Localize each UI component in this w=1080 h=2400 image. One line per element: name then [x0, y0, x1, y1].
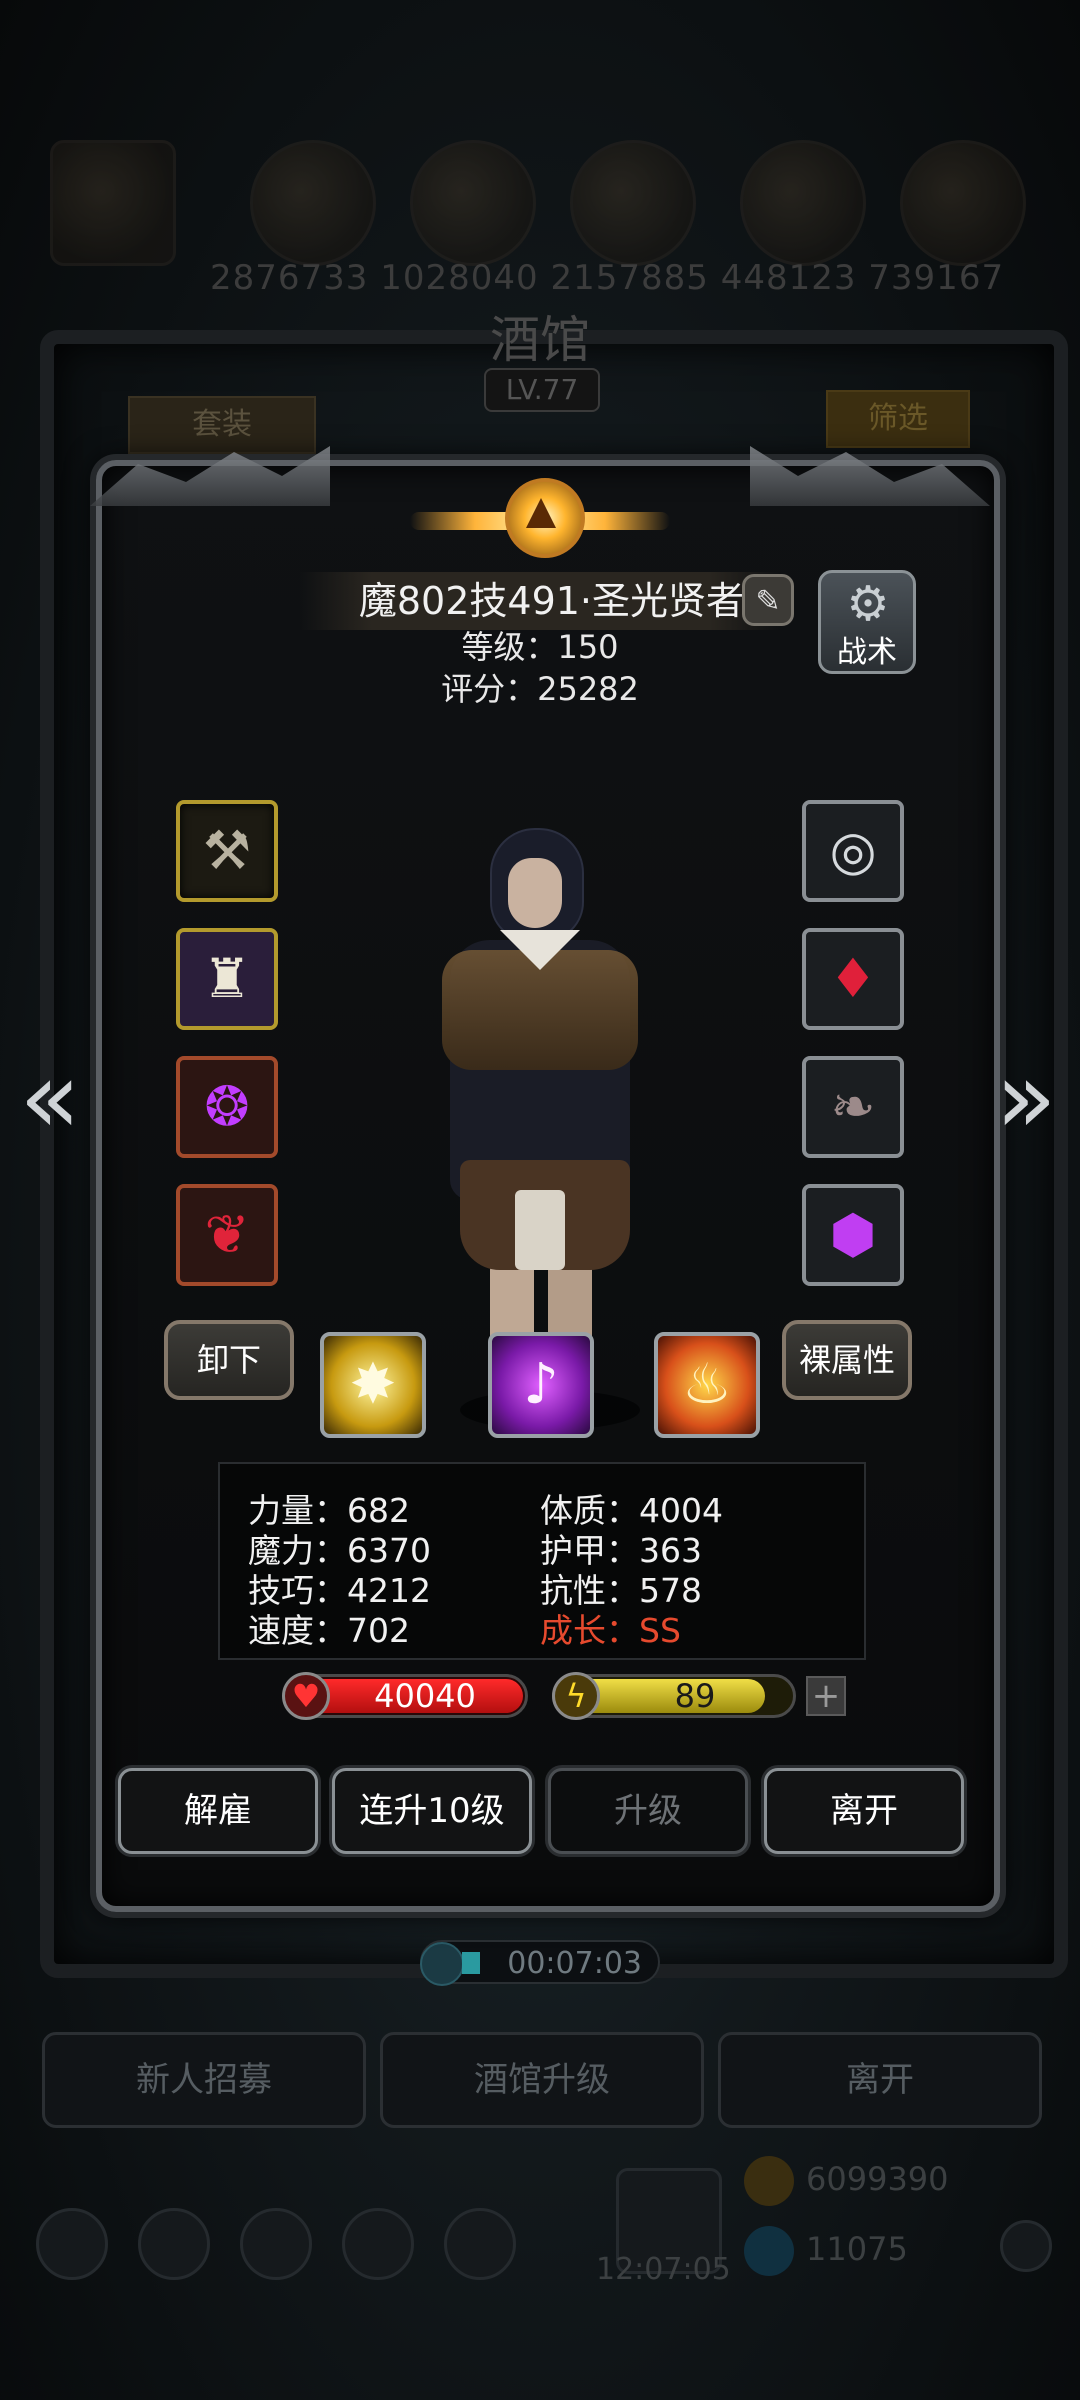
tactics-label: 战术	[837, 635, 897, 670]
gold-coin-icon	[744, 2156, 794, 2206]
clock-text: 12:07:05	[596, 2252, 731, 2287]
recruit-button: 新人招募	[42, 2032, 366, 2128]
skill-slot-2[interactable]: ♪	[488, 1332, 594, 1438]
music-note-icon: ♪	[523, 1352, 559, 1417]
top-resource-numbers: 2876733 1028040 2157885 448123 739167	[210, 258, 1005, 298]
equip-slot-amulet[interactable]: ❂	[176, 1056, 278, 1158]
gem-amount: 11075	[806, 2230, 908, 2268]
burst-icon: ✸	[349, 1352, 397, 1417]
hero-score: 评分：25282	[441, 670, 639, 708]
robe-icon: ♜	[202, 947, 252, 1010]
heart-icon: ♥	[282, 1672, 330, 1720]
previous-hero-arrow-icon[interactable]: «	[14, 1048, 86, 1148]
bg-plus-icon	[1000, 2220, 1052, 2272]
equip-slot-head[interactable]: ◎	[802, 800, 904, 902]
edit-name-button[interactable]: ✎	[742, 574, 794, 626]
resource-4-icon	[740, 140, 866, 266]
resource-3-icon	[570, 140, 696, 266]
resource-1-icon	[250, 140, 376, 266]
skill-slot-1[interactable]: ✸	[320, 1332, 426, 1438]
stat-speed: 速度：702	[248, 1611, 410, 1650]
pencil-icon: ✎	[755, 584, 781, 619]
plus-icon: +	[811, 1676, 841, 1716]
nav-icon-5	[444, 2208, 516, 2280]
gold-amount: 6099390	[806, 2160, 949, 2198]
base-attributes-button[interactable]: 裸属性	[782, 1320, 912, 1400]
gem-icon	[744, 2226, 794, 2276]
level-up-button[interactable]: 升级	[548, 1768, 748, 1854]
hp-value: 40040	[374, 1677, 476, 1715]
nav-icon-3	[240, 2208, 312, 2280]
resource-2-icon	[410, 140, 536, 266]
resource-5-icon	[900, 140, 1026, 266]
stat-growth: 成长：SS	[540, 1611, 681, 1650]
equip-slot-ring[interactable]: ♦	[802, 928, 904, 1030]
tavern-level: LV.77	[484, 368, 600, 412]
ruby-ring-icon: ♦	[828, 947, 878, 1010]
tavern-title: 酒馆	[490, 311, 590, 369]
tavern-leave-button: 离开	[718, 2032, 1042, 2128]
feather-icon: ❧	[830, 1075, 876, 1138]
equip-slot-gem[interactable]: ⬢	[802, 1184, 904, 1286]
equip-slot-weapon[interactable]: ⚒	[176, 800, 278, 902]
hero-level: 等级：150	[461, 628, 619, 666]
gear-icon: ⚙	[846, 576, 890, 632]
equip-slot-charm[interactable]: ❧	[802, 1056, 904, 1158]
avatar-frame-icon	[50, 140, 176, 266]
nav-icon-4	[342, 2208, 414, 2280]
purple-gem-icon: ⬢	[829, 1203, 877, 1266]
equip-slot-armor[interactable]: ♜	[176, 928, 278, 1030]
timer-progress	[462, 1952, 480, 1974]
nav-icon-1	[36, 2208, 108, 2280]
dismiss-button[interactable]: 解雇	[118, 1768, 318, 1854]
next-hero-arrow-icon[interactable]: »	[990, 1048, 1062, 1148]
lightning-icon: ϟ	[552, 1672, 600, 1720]
unequip-button[interactable]: 卸下	[164, 1320, 294, 1400]
potion-icon: ❦	[204, 1203, 250, 1266]
tactics-button[interactable]: ⚙ 战术	[818, 570, 916, 674]
tavern-upgrade-button: 酒馆升级	[380, 2032, 704, 2128]
leave-button[interactable]: 离开	[764, 1768, 964, 1854]
equip-slot-accessory[interactable]: ❦	[176, 1184, 278, 1286]
timer-icon	[420, 1942, 464, 1986]
add-energy-button[interactable]: +	[806, 1676, 846, 1716]
level-up-10-button[interactable]: 连升10级	[332, 1768, 532, 1854]
suit-button: 套装	[128, 396, 316, 454]
halo-icon: ◎	[829, 819, 877, 882]
energy-value: 89	[674, 1677, 716, 1715]
mace-icon: ⚒	[202, 819, 252, 882]
nav-icon-2	[138, 2208, 210, 2280]
filter-button: 筛选	[826, 390, 970, 448]
fire-shield-icon: ♨	[681, 1352, 733, 1417]
amulet-icon: ❂	[204, 1075, 250, 1138]
skill-slot-3[interactable]: ♨	[654, 1332, 760, 1438]
